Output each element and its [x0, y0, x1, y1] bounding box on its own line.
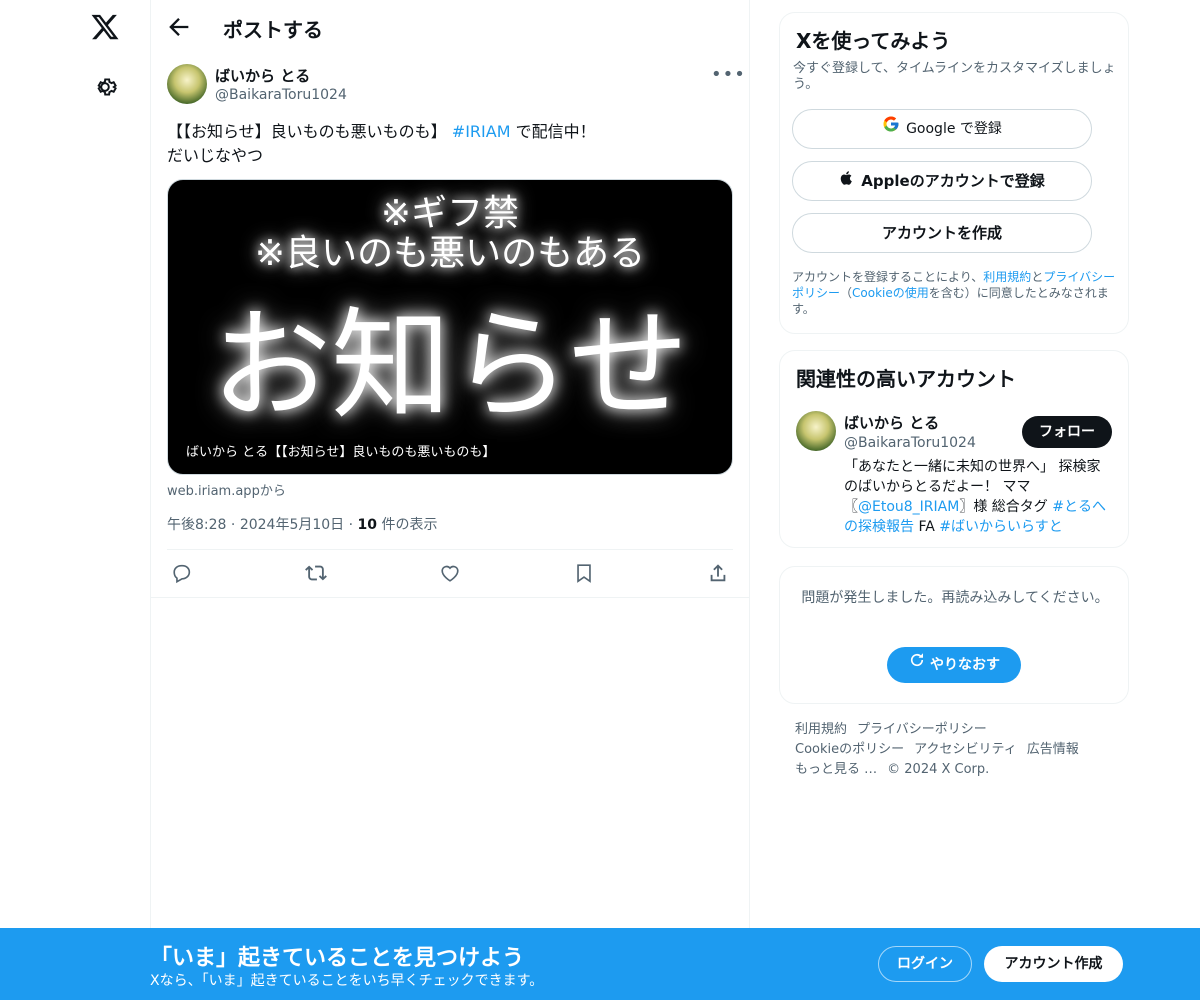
related-name[interactable]: ばいから とる	[844, 412, 939, 433]
footer-privacy-link[interactable]: プライバシーポリシー	[857, 722, 987, 737]
signup-card: Xを使ってみよう 今すぐ登録して、タイムラインをカスタマイズしましょう。 Goo…	[779, 12, 1129, 334]
bio-text: FA	[914, 519, 940, 535]
bottom-signup-bar: 「いま」起きていることを見つけよう Xなら、「いま」起きていることをいち早くチェ…	[0, 928, 1200, 1000]
back-arrow-icon[interactable]	[165, 13, 193, 41]
related-accounts-card: 関連性の高いアカウント ばいから とる @BaikaraToru1024 フォロ…	[779, 350, 1129, 548]
refresh-icon	[908, 647, 926, 683]
link-card-image[interactable]: ※ギフ禁 ※良いのも悪いのもある お知らせ ばいから とる【【お知らせ】良いもの…	[167, 179, 733, 475]
create-account-button[interactable]: アカウントを作成	[792, 213, 1092, 253]
terms-link[interactable]: 利用規約	[983, 270, 1031, 284]
page-header: ポストする	[151, 0, 749, 54]
media-caption: ばいから とる【【お知らせ】良いものも悪いものも】	[184, 439, 498, 462]
related-title: 関連性の高いアカウント	[796, 367, 1016, 391]
divider	[151, 597, 749, 598]
error-card: 問題が発生しました。再読み込みしてください。 やりなおす	[779, 566, 1129, 704]
share-icon[interactable]	[707, 562, 731, 586]
signup-legal-text: アカウントを登録することにより、利用規約とプライバシーポリシー（Cookieの使…	[792, 269, 1118, 317]
meta-separator: ·	[344, 517, 358, 533]
bookmark-icon[interactable]	[573, 562, 597, 586]
apple-icon	[839, 163, 855, 201]
post-time[interactable]: 午後8:28	[167, 517, 226, 533]
left-nav	[0, 0, 150, 1000]
login-button[interactable]: ログイン	[878, 946, 972, 982]
author-name[interactable]: ばいから とる	[215, 65, 310, 86]
signup-title: Xを使ってみよう	[796, 29, 951, 53]
related-bio: 「あなたと一緒に未知の世界へ」 探検家のばいからとるだよー！ ママ〖@Etou8…	[844, 457, 1114, 537]
post-text: 【【お知らせ】良いものも悪いものも】 #IRIAM で配信中！ だいじなやつ	[167, 120, 727, 168]
reply-icon[interactable]	[171, 562, 195, 586]
x-logo-icon[interactable]	[90, 12, 120, 42]
like-icon[interactable]	[439, 562, 463, 586]
post-text-part: 【【お知らせ】良いものも悪いものも】	[167, 122, 452, 141]
apple-signup-button[interactable]: Appleのアカウントで登録	[792, 161, 1092, 201]
link-source[interactable]: web.iriam.appから	[167, 480, 286, 499]
error-message: 問題が発生しました。再読み込みしてください。	[801, 590, 1109, 606]
legal-text: と	[1031, 270, 1044, 284]
footer-more-link[interactable]: もっと見る …	[795, 762, 877, 777]
bio-text: 〗様 総合タグ	[959, 499, 1053, 515]
gear-icon[interactable]	[92, 74, 118, 100]
bio-hashtag-link[interactable]: #ばいからいらすと	[939, 519, 1062, 535]
meta-separator: ·	[226, 517, 240, 533]
post-text-line2: だいじなやつ	[167, 146, 264, 165]
footer-links: 利用規約 プライバシーポリシー Cookieのポリシー アクセシビリティ 広告情報 も…	[795, 720, 1125, 780]
media-text-line3: お知らせ	[211, 297, 689, 436]
footer-terms-link[interactable]: 利用規約	[795, 722, 847, 737]
footer-copyright: © 2024 X Corp.	[887, 762, 990, 777]
apple-signup-label: Appleのアカウントで登録	[861, 172, 1045, 190]
bottom-bar-subtitle: Xなら、「いま」起きていることをいち早くチェックできます。	[150, 973, 544, 989]
signup-subtitle: 今すぐ登録して、タイムラインをカスタマイズしましょう。	[793, 61, 1116, 92]
post-date[interactable]: 2024年5月10日	[240, 517, 344, 533]
post-text-part: で配信中！	[510, 122, 596, 141]
bottom-bar-title: 「いま」起きていることを見つけよう	[150, 946, 525, 971]
views-count: 10	[357, 517, 378, 533]
cookie-link[interactable]: Cookieの使用	[852, 286, 929, 300]
google-icon	[882, 110, 900, 148]
repost-icon[interactable]	[305, 562, 329, 586]
footer-ads-link[interactable]: 広告情報	[1027, 742, 1079, 757]
more-options-icon[interactable]: •••	[711, 64, 745, 86]
legal-text: アカウントを登録することにより、	[792, 270, 984, 284]
follow-button[interactable]: フォロー	[1022, 416, 1112, 448]
related-handle[interactable]: @BaikaraToru1024	[844, 435, 976, 451]
retry-button[interactable]: やりなおす	[887, 647, 1021, 683]
views-label: 件の表示	[377, 517, 438, 533]
post-actions	[151, 552, 749, 596]
footer-cookie-link[interactable]: Cookieのポリシー	[795, 742, 904, 757]
footer-accessibility-link[interactable]: アクセシビリティ	[914, 742, 1017, 757]
related-avatar[interactable]	[796, 411, 836, 451]
retry-label: やりなおす	[930, 657, 1000, 673]
google-signup-label: Google で登録	[906, 121, 1002, 137]
author-handle[interactable]: @BaikaraToru1024	[215, 87, 347, 103]
author-avatar[interactable]	[167, 64, 207, 104]
bio-mention-link[interactable]: @Etou8_IRIAM	[858, 499, 959, 515]
hashtag-link[interactable]: #IRIAM	[452, 122, 511, 141]
page-title: ポストする	[223, 18, 323, 42]
legal-text: （	[840, 286, 853, 300]
google-signup-button[interactable]: Google で登録	[792, 109, 1092, 149]
main-column: ポストする ばいから とる @BaikaraToru1024 ••• 【【お知ら…	[150, 0, 750, 1000]
post-meta: 午後8:28 · 2024年5月10日 · 10 件の表示	[167, 514, 437, 534]
signup-button[interactable]: アカウント作成	[984, 946, 1123, 982]
divider	[167, 549, 733, 550]
